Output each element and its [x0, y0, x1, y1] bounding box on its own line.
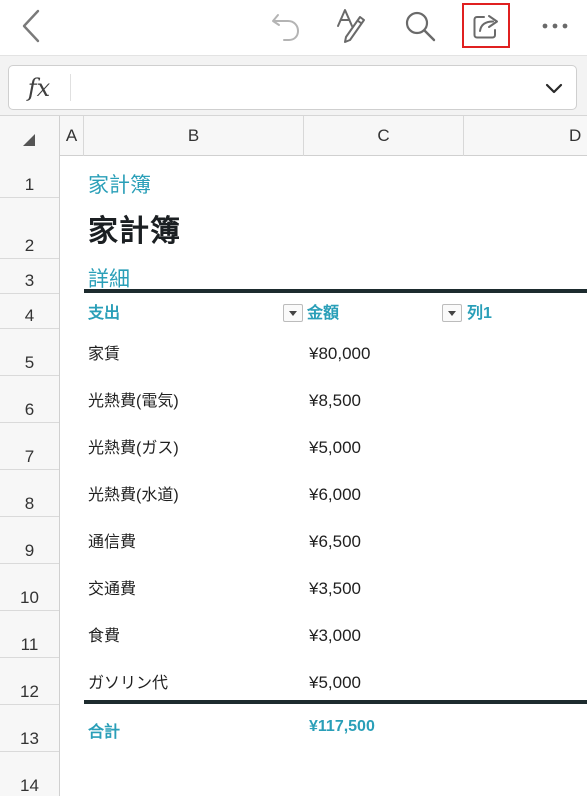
row-header-8[interactable]: 8 [0, 470, 59, 517]
draw-pen-icon [337, 9, 365, 43]
expense-amount[interactable]: ¥6,000 [309, 485, 361, 505]
expense-amount[interactable]: ¥80,000 [309, 344, 370, 364]
undo-button[interactable] [264, 6, 308, 46]
more-options-button[interactable] [535, 6, 575, 46]
select-all-corner[interactable] [0, 116, 60, 156]
column-header-d[interactable]: D [464, 116, 587, 156]
expense-item[interactable]: 光熱費(水道) [88, 481, 179, 505]
row-header-6[interactable]: 6 [0, 376, 59, 423]
formula-bar-area: fx [0, 56, 587, 116]
formula-divider [70, 74, 71, 101]
expense-item[interactable]: 食費 [88, 622, 120, 646]
row-header-12[interactable]: 12 [0, 658, 59, 705]
table-top-rule [84, 289, 587, 293]
expense-item[interactable]: 家賃 [88, 340, 120, 364]
more-icon [542, 23, 568, 29]
table-header-col1[interactable]: 列1 [467, 299, 492, 323]
row-header-3[interactable]: 3 [0, 259, 59, 294]
column-header-b[interactable]: B [84, 116, 304, 156]
column-header-d-label: D [569, 126, 582, 145]
table-header-expense[interactable]: 支出 [88, 299, 120, 323]
formula-expand-button[interactable] [540, 74, 568, 102]
row-header-4[interactable]: 4 [0, 294, 59, 329]
expense-item[interactable]: 光熱費(電気) [88, 387, 179, 411]
row-header-1[interactable]: 1 [0, 156, 59, 198]
row-header-14[interactable]: 14 [0, 752, 59, 796]
row-header-column: 1 2 3 4 5 6 7 8 9 10 11 12 13 14 [0, 156, 60, 796]
row-header-5[interactable]: 5 [0, 329, 59, 376]
column-header-a[interactable]: A [60, 116, 84, 156]
select-all-icon [23, 134, 35, 146]
expense-item[interactable]: ガソリン代 [88, 669, 168, 693]
chevron-down-icon [545, 83, 563, 94]
expense-item[interactable]: 光熱費(ガス) [88, 434, 179, 458]
expense-amount[interactable]: ¥5,000 [309, 438, 361, 458]
expense-amount[interactable]: ¥3,500 [309, 579, 361, 599]
expense-amount[interactable]: ¥6,500 [309, 532, 361, 552]
expense-item[interactable]: 通信費 [88, 528, 136, 552]
row-header-13[interactable]: 13 [0, 705, 59, 752]
row-header-10[interactable]: 10 [0, 564, 59, 611]
table-total-rule [84, 700, 587, 704]
back-button[interactable] [12, 6, 52, 46]
expense-amount[interactable]: ¥8,500 [309, 391, 361, 411]
share-button[interactable] [462, 3, 510, 48]
amount-filter-button[interactable] [442, 304, 462, 322]
expense-amount[interactable]: ¥5,000 [309, 673, 361, 693]
draw-button[interactable] [330, 4, 374, 48]
total-value[interactable]: ¥117,500 [309, 718, 375, 736]
expense-filter-button[interactable] [283, 304, 303, 322]
sheet-subtitle[interactable]: 家計簿 [88, 169, 151, 199]
column-header-c[interactable]: C [304, 116, 464, 156]
formula-input[interactable] [79, 72, 529, 103]
filter-dropdown-icon [448, 310, 456, 316]
top-toolbar [0, 0, 587, 56]
search-icon [405, 11, 436, 42]
share-icon [473, 14, 498, 38]
column-header-row: A B C D [0, 116, 587, 156]
undo-icon [272, 14, 300, 41]
row-header-7[interactable]: 7 [0, 423, 59, 470]
total-label[interactable]: 合計 [88, 718, 120, 742]
row-header-11[interactable]: 11 [0, 611, 59, 658]
row-header-2[interactable]: 2 [0, 198, 59, 259]
fx-label: fx [27, 73, 51, 102]
expense-item[interactable]: 交通費 [88, 575, 136, 599]
sheet-grid[interactable]: 家計簿 家計簿 詳細 支出 金額 列1 家賃 ¥80,000 光熱費(電気) ¥… [60, 156, 587, 796]
expense-amount[interactable]: ¥3,000 [309, 626, 361, 646]
row-header-9[interactable]: 9 [0, 517, 59, 564]
search-button[interactable] [398, 6, 442, 46]
back-chevron-icon [22, 9, 40, 43]
filter-dropdown-icon [289, 310, 297, 316]
sheet-title[interactable]: 家計簿 [88, 206, 181, 250]
table-header-amount[interactable]: 金額 [307, 299, 339, 323]
formula-bar: fx [8, 65, 577, 110]
